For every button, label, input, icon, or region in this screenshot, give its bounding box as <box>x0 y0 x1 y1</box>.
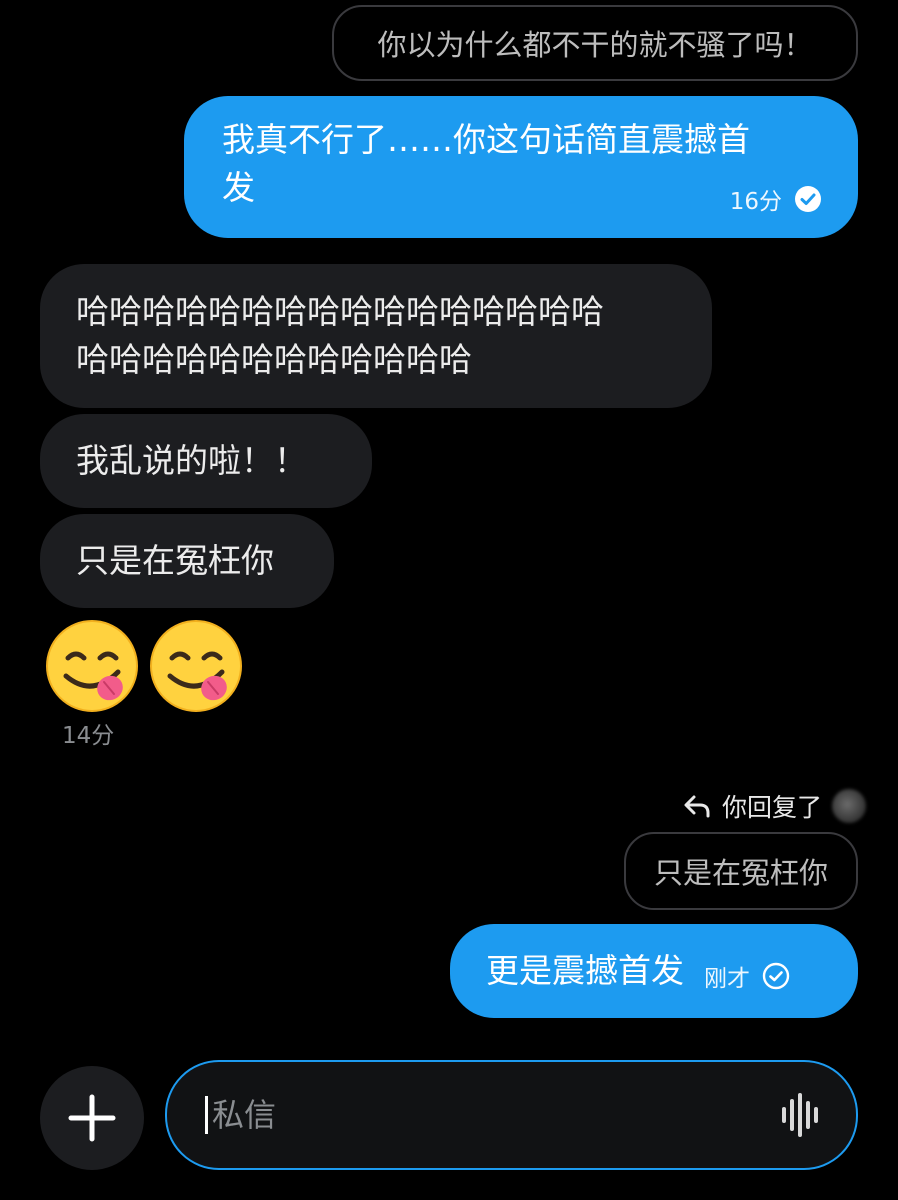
message-text: 更是震撼首发 <box>486 951 684 990</box>
message-line: 我真不行了……你这句话简直震撼首 <box>222 120 750 159</box>
message-composer[interactable] <box>165 1060 858 1170</box>
read-check-icon <box>795 186 821 212</box>
quoted-message-text: 你以为什么都不干的就不骚了吗！ <box>377 28 813 62</box>
quoted-message[interactable]: 只是在冤枉你 <box>624 832 858 910</box>
outgoing-message[interactable]: 我真不行了……你这句话简直震撼首 发 16分 <box>184 96 858 238</box>
reply-arrow-icon <box>684 795 710 818</box>
message-text: 我乱说的啦！！ <box>76 441 307 480</box>
message-line: 发 <box>222 168 255 207</box>
face-savoring-food-emoji <box>46 620 138 712</box>
message-time: 14分 <box>62 723 115 749</box>
incoming-message[interactable]: 只是在冤枉你 <box>40 514 334 608</box>
reply-indicator: 你回复了 <box>682 786 866 826</box>
quoted-message-top: 你以为什么都不干的就不骚了吗！ <box>332 5 858 81</box>
sent-check-icon <box>762 962 790 990</box>
message-line: 哈哈哈哈哈哈哈哈哈哈哈哈 <box>76 340 472 379</box>
plus-icon <box>68 1094 116 1142</box>
message-input[interactable] <box>212 1096 780 1134</box>
outgoing-message[interactable]: 更是震撼首发 刚才 <box>450 924 858 1018</box>
avatar <box>832 789 866 823</box>
message-text: 只是在冤枉你 <box>76 541 274 580</box>
message-time: 16分 <box>729 189 782 215</box>
quoted-message-text: 只是在冤枉你 <box>653 856 828 890</box>
emoji-message[interactable] <box>44 618 248 714</box>
face-savoring-food-emoji <box>150 620 242 712</box>
text-cursor <box>205 1096 208 1134</box>
incoming-message[interactable]: 哈哈哈哈哈哈哈哈哈哈哈哈哈哈哈哈 哈哈哈哈哈哈哈哈哈哈哈哈 <box>40 264 712 408</box>
message-line: 哈哈哈哈哈哈哈哈哈哈哈哈哈哈哈哈 <box>76 292 604 331</box>
incoming-message[interactable]: 我乱说的啦！！ <box>40 414 372 508</box>
message-meta: 16分 <box>730 182 822 216</box>
message-meta: 刚才 <box>704 959 790 993</box>
message-time: 刚才 <box>704 966 750 992</box>
add-attachment-button[interactable] <box>40 1066 144 1170</box>
reply-label-text: 你回复了 <box>721 793 822 822</box>
voice-waveform-icon[interactable] <box>780 1093 820 1137</box>
